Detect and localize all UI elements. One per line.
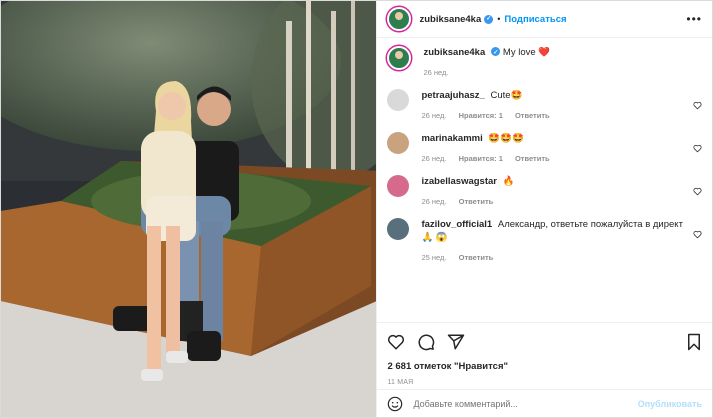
author-username[interactable]: zubiksane4ka xyxy=(419,14,481,25)
bookmark-icon[interactable] xyxy=(686,333,702,351)
comment-body: petraajuhasz_ Cute🤩 26 нед. Нравится: 1 … xyxy=(421,89,702,120)
comment-meta: 25 нед. Ответить xyxy=(421,253,684,262)
comment-time[interactable]: 26 нед. xyxy=(421,111,446,120)
post-photo-image xyxy=(1,1,377,417)
caption-line: zubiksane4ka My love ❤️ xyxy=(423,46,684,60)
comment-item: fazilov_official1 Александр, ответьте по… xyxy=(387,218,702,262)
comment-time[interactable]: 25 нед. xyxy=(421,253,446,262)
post-photo[interactable] xyxy=(1,1,377,417)
publish-button[interactable]: Опубликовать xyxy=(638,399,702,409)
more-options-icon[interactable]: ••• xyxy=(686,12,702,26)
comment-time[interactable]: 26 нед. xyxy=(421,154,446,163)
comment-body: marinakammi 🤩🤩🤩 26 нед. Нравится: 1 Отве… xyxy=(421,132,702,163)
comment-item: marinakammi 🤩🤩🤩 26 нед. Нравится: 1 Отве… xyxy=(387,132,702,163)
comment-input[interactable] xyxy=(413,398,638,409)
comment-username[interactable]: fazilov_official1 xyxy=(421,219,492,230)
comment-meta: 26 нед. Нравится: 1 Ответить xyxy=(421,154,684,163)
avatar[interactable] xyxy=(387,7,412,31)
add-comment-bar: Опубликовать xyxy=(377,389,712,417)
heart-icon[interactable] xyxy=(693,144,702,153)
post-header: zubiksane4ka • Подписаться ••• xyxy=(377,1,712,38)
comment-text: 🔥 xyxy=(502,176,515,187)
caption-meta: 26 нед. xyxy=(423,68,684,77)
post-date: 11 МАЯ xyxy=(387,379,414,386)
comment-line: fazilov_official1 Александр, ответьте по… xyxy=(421,218,684,244)
heart-icon[interactable] xyxy=(693,101,702,110)
reply-button[interactable]: Ответить xyxy=(459,197,494,206)
comment-likes[interactable]: Нравится: 1 xyxy=(459,111,503,120)
reply-button[interactable]: Ответить xyxy=(515,111,550,120)
heart-icon[interactable] xyxy=(693,230,702,239)
comment-line: marinakammi 🤩🤩🤩 xyxy=(421,132,684,145)
comment-text: Cute🤩 xyxy=(490,90,523,101)
separator-dot: • xyxy=(497,14,501,24)
caption-time[interactable]: 26 нед. xyxy=(423,68,448,77)
verified-icon xyxy=(484,14,494,24)
post-actions: 2 681 отметок "Нравится" 11 МАЯ Опублико… xyxy=(377,322,712,417)
comment-username[interactable]: marinakammi xyxy=(421,133,482,144)
post-sidebar: zubiksane4ka • Подписаться ••• zubiksane… xyxy=(376,1,712,417)
comment-meta: 26 нед. Ответить xyxy=(421,197,684,206)
action-icons xyxy=(387,331,702,353)
comment-icon[interactable] xyxy=(417,333,435,351)
comment-likes[interactable]: Нравится: 1 xyxy=(459,154,503,163)
avatar[interactable] xyxy=(387,89,410,111)
avatar[interactable] xyxy=(387,218,410,240)
comment-body: fazilov_official1 Александр, ответьте по… xyxy=(421,218,702,262)
heart-icon[interactable] xyxy=(693,187,702,196)
emoji-icon[interactable] xyxy=(387,396,403,412)
comment-username[interactable]: izabellaswagstar xyxy=(421,176,497,187)
comment-meta: 26 нед. Нравится: 1 Ответить xyxy=(421,111,684,120)
comment-item: izabellaswagstar 🔥 26 нед. Ответить xyxy=(387,175,702,206)
heart-icon[interactable] xyxy=(387,333,405,351)
comment-time[interactable]: 26 нед. xyxy=(421,197,446,206)
reply-button[interactable]: Ответить xyxy=(515,154,550,163)
comment-line: izabellaswagstar 🔥 xyxy=(421,175,684,188)
post-modal: zubiksane4ka • Подписаться ••• zubiksane… xyxy=(0,0,713,418)
avatar[interactable] xyxy=(387,132,410,154)
comment-username[interactable]: petraajuhasz_ xyxy=(421,90,484,101)
avatar[interactable] xyxy=(387,175,410,197)
avatar[interactable] xyxy=(387,46,412,70)
follow-button[interactable]: Подписаться xyxy=(504,14,566,25)
comment-text: 🤩🤩🤩 xyxy=(488,133,524,144)
caption-text: My love ❤️ xyxy=(502,47,551,58)
caption-username[interactable]: zubiksane4ka xyxy=(423,47,485,58)
likes-count[interactable]: 2 681 отметок "Нравится" xyxy=(387,361,702,372)
share-icon[interactable] xyxy=(447,333,465,351)
comment-item: petraajuhasz_ Cute🤩 26 нед. Нравится: 1 … xyxy=(387,89,702,120)
verified-icon xyxy=(491,47,501,60)
caption: zubiksane4ka My love ❤️ 26 нед. xyxy=(387,46,702,77)
reply-button[interactable]: Ответить xyxy=(459,253,494,262)
comment-line: petraajuhasz_ Cute🤩 xyxy=(421,89,684,102)
comment-body: izabellaswagstar 🔥 26 нед. Ответить xyxy=(421,175,702,206)
caption-body: zubiksane4ka My love ❤️ 26 нед. xyxy=(423,46,702,77)
comments-list[interactable]: zubiksane4ka My love ❤️ 26 нед. petraaju… xyxy=(377,38,712,322)
